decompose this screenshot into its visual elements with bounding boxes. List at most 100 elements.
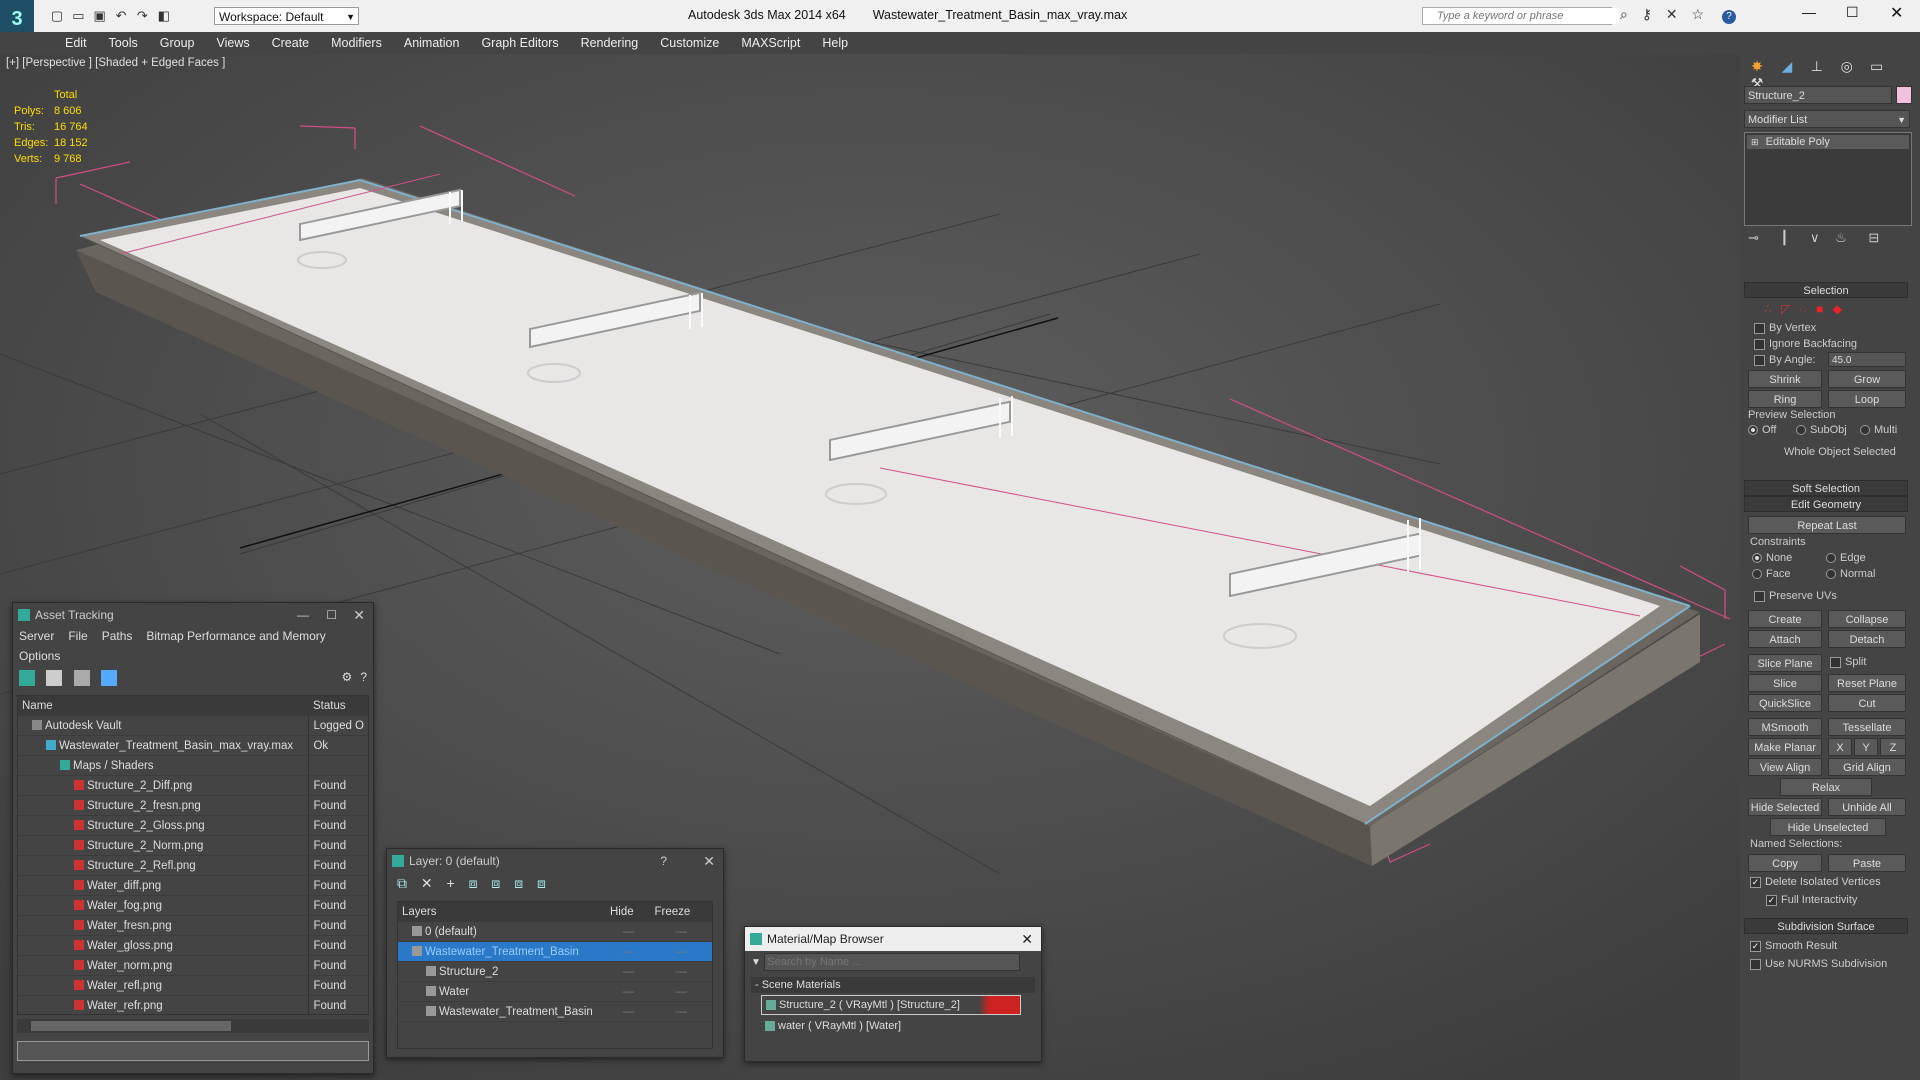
asset-menu-file[interactable]: File xyxy=(68,629,87,643)
constraint-face-radio[interactable]: Face xyxy=(1752,568,1790,580)
thumbnail-view-icon[interactable] xyxy=(73,670,90,686)
search-box[interactable] xyxy=(1422,7,1619,25)
create-layer-icon[interactable]: ⧉ xyxy=(397,875,407,891)
binoculars-icon[interactable]: ⌕ xyxy=(1620,6,1628,22)
freeze-toggle[interactable]: — xyxy=(650,981,712,1002)
selection-rollout-header[interactable]: Selection xyxy=(1744,282,1908,298)
table-row[interactable]: Water_refr.png Found xyxy=(18,995,368,1014)
scene-materials-group[interactable]: - Scene Materials xyxy=(751,977,1035,993)
make-unique-icon[interactable]: ∨ xyxy=(1810,230,1820,245)
grow-button[interactable]: Grow xyxy=(1828,370,1906,388)
border-icon[interactable]: ◌ xyxy=(1800,302,1807,316)
angle-spinner[interactable]: 45.0 xyxy=(1828,352,1906,367)
expand-icon[interactable]: ⊞ xyxy=(1751,137,1759,147)
polygon-icon[interactable]: ■ xyxy=(1816,302,1823,316)
table-row[interactable]: Structure_2_Norm.png Found xyxy=(18,835,368,856)
delete-isolated-checkbox[interactable]: ✓ Delete Isolated Vertices xyxy=(1750,876,1881,888)
layer-row[interactable]: 0 (default) — — xyxy=(398,921,712,942)
scrollbar-thumb[interactable] xyxy=(31,1021,231,1031)
help-icon[interactable]: ? xyxy=(360,670,367,684)
modify-tab-icon[interactable]: ◢ xyxy=(1774,58,1800,75)
layer-manager-titlebar[interactable]: Layer: 0 (default) ? ✕ xyxy=(387,849,723,873)
table-row[interactable]: Water_fresn.png Found xyxy=(18,915,368,936)
menu-maxscript[interactable]: MAXScript xyxy=(730,32,811,54)
table-row[interactable]: Autodesk Vault Logged O xyxy=(18,715,368,736)
pin-stack-icon[interactable]: ⊸ xyxy=(1748,230,1759,245)
add-to-layer-icon[interactable]: + xyxy=(447,875,455,891)
freeze-toggle[interactable]: — xyxy=(650,961,712,982)
hierarchy-tab-icon[interactable]: ⊥ xyxy=(1804,58,1830,75)
use-nurms-checkbox[interactable]: Use NURMS Subdivision xyxy=(1750,958,1887,970)
viewport-label[interactable]: [+] [Perspective ] [Shaded + Edged Faces… xyxy=(6,57,225,69)
display-tab-icon[interactable]: ▭ xyxy=(1864,58,1890,75)
split-checkbox[interactable]: Split xyxy=(1830,656,1866,668)
object-name-field[interactable]: Structure_2 xyxy=(1744,86,1892,104)
full-interactivity-checkbox[interactable]: ✓ Full Interactivity xyxy=(1766,894,1857,906)
menu-modifiers[interactable]: Modifiers xyxy=(320,32,393,54)
by-vertex-checkbox[interactable]: By Vertex xyxy=(1754,322,1816,334)
attach-button[interactable]: Attach xyxy=(1748,630,1822,648)
ring-button[interactable]: Ring xyxy=(1748,390,1822,408)
preview-multi-radio[interactable]: Multi xyxy=(1860,424,1897,436)
freeze-toggle[interactable]: — xyxy=(650,941,712,962)
asset-tracking-menu-options[interactable]: Options xyxy=(13,649,373,667)
repeat-last-button[interactable]: Repeat Last xyxy=(1748,516,1906,534)
remove-modifier-icon[interactable]: ♨ xyxy=(1835,230,1847,245)
menu-customize[interactable]: Customize xyxy=(649,32,730,54)
hide-toggle[interactable]: — xyxy=(606,981,651,1002)
close-button[interactable]: ✕ xyxy=(1890,3,1903,23)
element-icon[interactable]: ◆ xyxy=(1833,302,1842,316)
refresh-icon[interactable] xyxy=(19,670,35,686)
open-file-icon[interactable]: ▭ xyxy=(69,7,87,25)
menu-views[interactable]: Views xyxy=(205,32,260,54)
table-row[interactable]: Water_refl.png Found xyxy=(18,975,368,996)
paste-button[interactable]: Paste xyxy=(1828,854,1906,872)
close-icon[interactable]: ✕ xyxy=(353,603,365,627)
close-icon[interactable]: ✕ xyxy=(1021,927,1033,951)
freeze-column-header[interactable]: Freeze xyxy=(650,902,712,922)
preserve-uvs-checkbox[interactable]: Preserve UVs xyxy=(1754,590,1837,602)
table-view-icon[interactable] xyxy=(101,670,118,686)
edge-icon[interactable]: ◸ xyxy=(1781,302,1790,316)
list-view-icon[interactable] xyxy=(46,670,63,686)
ignore-backfacing-checkbox[interactable]: Ignore Backfacing xyxy=(1754,338,1857,350)
layer-row[interactable]: Structure_2 — — xyxy=(398,961,712,982)
layer-row[interactable]: Wastewater_Treatment_Basin — — xyxy=(398,1001,712,1022)
hide-toggle[interactable]: — xyxy=(606,941,651,962)
copy-button[interactable]: Copy xyxy=(1748,854,1822,872)
exchange-icon[interactable]: ✕ xyxy=(1666,6,1678,22)
freeze-all-icon[interactable]: ⧈ xyxy=(537,875,546,891)
workspace-dropdown[interactable]: Workspace: Default ▼ xyxy=(214,7,359,25)
material-item[interactable]: Structure_2 ( VRayMtl ) [Structure_2] xyxy=(761,995,1021,1015)
maximize-button[interactable]: ☐ xyxy=(1846,4,1859,21)
table-row[interactable]: Maps / Shaders xyxy=(18,755,368,776)
unhide-all-button[interactable]: Unhide All xyxy=(1828,798,1906,816)
help-icon[interactable]: ? xyxy=(1721,10,1736,24)
constraint-edge-radio[interactable]: Edge xyxy=(1826,552,1866,564)
key-icon[interactable]: ⚷ xyxy=(1642,6,1652,22)
asset-tracking-titlebar[interactable]: Asset Tracking — ☐ ✕ xyxy=(13,603,373,627)
menu-edit[interactable]: Edit xyxy=(54,32,98,54)
motion-tab-icon[interactable]: ◎ xyxy=(1834,58,1860,75)
table-row[interactable]: Water_fog.png Found xyxy=(18,895,368,916)
table-row[interactable]: Structure_2_fresn.png Found xyxy=(18,795,368,816)
new-file-icon[interactable]: ▢ xyxy=(48,7,66,25)
create-tab-icon[interactable]: ✸ xyxy=(1744,58,1770,75)
by-angle-checkbox[interactable]: By Angle: xyxy=(1754,354,1815,366)
slice-button[interactable]: Slice xyxy=(1748,674,1822,692)
detach-button[interactable]: Detach xyxy=(1828,630,1906,648)
planar-z-button[interactable]: Z xyxy=(1880,738,1906,756)
collapse-button[interactable]: Collapse xyxy=(1828,610,1906,628)
minimize-icon[interactable]: — xyxy=(297,603,309,627)
project-folder-icon[interactable]: ◧ xyxy=(155,7,173,25)
slice-plane-button[interactable]: Slice Plane xyxy=(1748,654,1822,672)
delete-layer-icon[interactable]: ✕ xyxy=(421,875,433,891)
asset-menu-bitmap-performance-and-memory[interactable]: Bitmap Performance and Memory xyxy=(146,629,325,643)
maximize-icon[interactable]: ☐ xyxy=(326,603,337,627)
undo-icon[interactable]: ↶ xyxy=(112,7,130,25)
asset-menu-paths[interactable]: Paths xyxy=(102,629,133,643)
save-icon[interactable]: ▣ xyxy=(91,7,109,25)
asset-path-field[interactable] xyxy=(17,1041,369,1061)
vertex-icon[interactable]: ∴ xyxy=(1764,302,1772,316)
constraint-none-radio[interactable]: None xyxy=(1752,552,1792,564)
